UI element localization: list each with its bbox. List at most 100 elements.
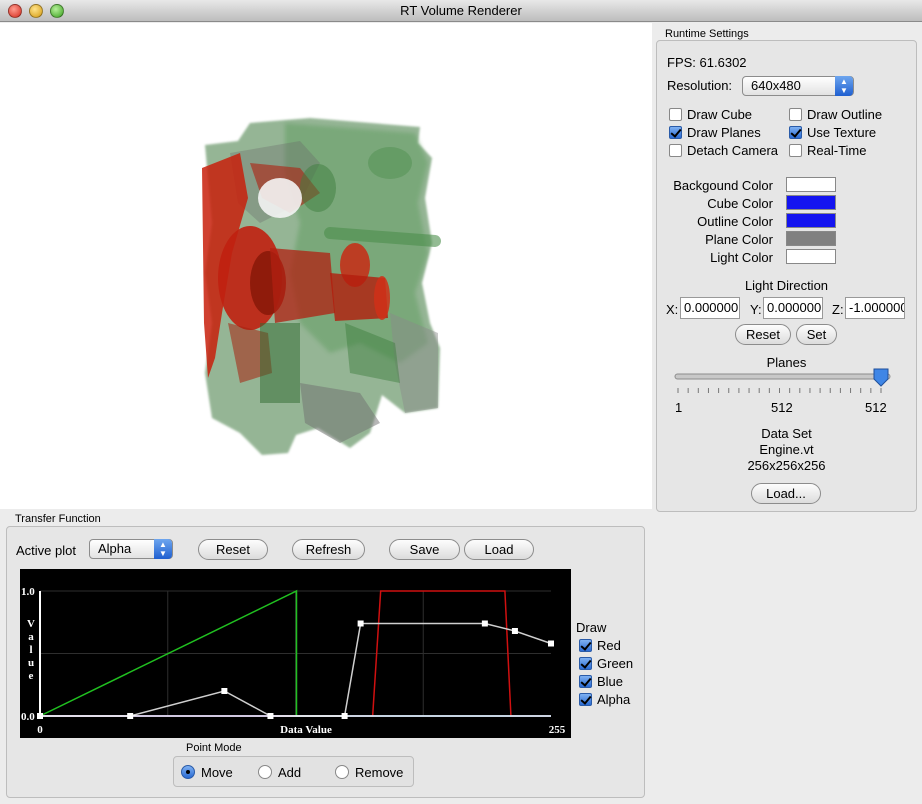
draw-outline-checkbox[interactable]: Draw Outline [789, 106, 882, 122]
transfer-function-plot[interactable]: 0 2550.01.0 Data Value Value [20, 569, 571, 738]
draw-alpha-label: Alpha [597, 691, 631, 707]
transfer-save-button[interactable]: Save [389, 539, 460, 560]
chevron-updown-icon: ▲ ▼ [835, 76, 853, 96]
dataset-dimensions: 256x256x256 [747, 458, 826, 473]
render-viewport[interactable] [0, 23, 652, 509]
draw-planes-checkbox[interactable]: Draw Planes [669, 124, 761, 140]
window-titlebar: RT Volume Renderer [0, 0, 922, 22]
draw-green-checkbox[interactable]: Green [579, 655, 633, 671]
window-title: RT Volume Renderer [400, 3, 522, 18]
resolution-select[interactable]: 640x480 ▲ ▼ [742, 76, 854, 96]
fps-value: 61.6302 [699, 55, 747, 70]
active-plot-value: Alpha [98, 541, 132, 556]
planes-slider[interactable] [670, 368, 900, 400]
checkbox-box [579, 674, 592, 688]
planes-min-label: 1 [675, 400, 683, 415]
control-point[interactable] [221, 688, 228, 694]
zoom-window-button[interactable] [50, 4, 64, 18]
minimize-window-button[interactable] [29, 4, 43, 18]
dataset-load-button[interactable]: Load... [751, 483, 821, 504]
draw-red-label: Red [597, 637, 621, 653]
point-mode-add-radio[interactable]: Add [258, 764, 301, 780]
transfer-reset-button[interactable]: Reset [198, 539, 268, 560]
use-texture-label: Use Texture [807, 124, 877, 140]
planes-mid-label: 512 [771, 400, 793, 415]
point-mode-remove-label: Remove [355, 764, 404, 780]
checkbox-box [669, 107, 682, 121]
point-mode-title: Point Mode [186, 742, 242, 754]
plane-color-label: Plane Color [705, 232, 773, 247]
point-mode-move-label: Move [201, 764, 233, 780]
cube-color-swatch[interactable] [786, 195, 836, 210]
dataset-name: Engine.vt [759, 442, 814, 457]
use-texture-checkbox[interactable]: Use Texture [789, 124, 876, 140]
light-reset-button[interactable]: Reset [735, 324, 791, 345]
resolution-label: Resolution: [667, 78, 733, 93]
light-z-input[interactable]: -1.000000 [845, 297, 905, 319]
slider-ticks [677, 388, 882, 393]
draw-blue-label: Blue [597, 673, 624, 689]
light-y-input[interactable]: 0.000000 [763, 297, 823, 319]
draw-blue-checkbox[interactable]: Blue [579, 673, 623, 689]
light-y-label: Y: [750, 302, 762, 317]
detach-camera-label: Detach Camera [687, 142, 779, 158]
draw-cube-label: Draw Cube [687, 106, 753, 122]
cube-color-label: Cube Color [707, 196, 773, 211]
outline-color-label: Outline Color [697, 214, 773, 229]
checkbox-box [669, 125, 682, 139]
background-color-label: Backgound Color [673, 178, 773, 193]
x-tick-label: 255 [549, 724, 566, 736]
active-plot-select[interactable]: Alpha ▲ ▼ [89, 539, 173, 559]
light-x-label: X: [666, 302, 679, 317]
light-direction-title: Light Direction [744, 278, 829, 293]
control-point[interactable] [511, 628, 518, 634]
slider-thumb[interactable] [873, 368, 889, 387]
point-mode-move-radio[interactable]: Move [181, 764, 233, 780]
active-plot-label: Active plot [16, 543, 76, 558]
transfer-load-button[interactable]: Load [464, 539, 534, 560]
y-tick-label: 1.0 [21, 586, 35, 598]
detach-camera-checkbox[interactable]: Detach Camera [669, 142, 778, 158]
checkbox-box [789, 107, 802, 121]
draw-green-label: Green [597, 655, 634, 671]
control-point[interactable] [357, 620, 364, 627]
planes-max-label: 512 [865, 400, 887, 415]
dataset-title: Data Set [761, 426, 812, 441]
draw-outline-label: Draw Outline [807, 106, 883, 122]
runtime-settings-title: Runtime Settings [665, 28, 749, 40]
draw-cube-checkbox[interactable]: Draw Cube [669, 106, 752, 122]
draw-alpha-checkbox[interactable]: Alpha [579, 691, 630, 707]
point-mode-add-label: Add [278, 764, 302, 780]
outline-color-swatch[interactable] [786, 213, 836, 228]
transfer-refresh-button[interactable]: Refresh [292, 539, 365, 560]
light-set-button[interactable]: Set [796, 324, 837, 345]
checkbox-box [579, 638, 592, 652]
plane-color-swatch[interactable] [786, 231, 836, 246]
transfer-function-title: Transfer Function [15, 513, 101, 525]
light-color-swatch[interactable] [786, 249, 836, 264]
light-z-label: Z: [832, 302, 844, 317]
real-time-label: Real-Time [807, 142, 867, 158]
fps-label: FPS: [667, 55, 696, 70]
draw-title: Draw [576, 620, 607, 635]
checkbox-box [579, 656, 592, 670]
slider-track [674, 373, 891, 380]
light-x-input[interactable]: 0.000000 [680, 297, 740, 319]
control-point[interactable] [481, 620, 488, 627]
background-color-swatch[interactable] [786, 177, 836, 192]
real-time-checkbox[interactable]: Real-Time [789, 142, 866, 158]
radio-dot [258, 765, 272, 779]
control-point[interactable] [548, 640, 554, 647]
checkbox-box [789, 143, 802, 157]
point-mode-remove-radio[interactable]: Remove [335, 764, 403, 780]
checkbox-box [579, 692, 592, 706]
draw-red-checkbox[interactable]: Red [579, 637, 621, 653]
light-color-label: Light Color [710, 250, 773, 265]
checkbox-box [669, 143, 682, 157]
resolution-value: 640x480 [751, 78, 801, 93]
y-tick-label: 0.0 [21, 711, 35, 723]
volume-render-image [202, 118, 441, 455]
radio-dot [335, 765, 349, 779]
close-window-button[interactable] [8, 4, 22, 18]
x-tick-label: 0 [37, 724, 43, 736]
